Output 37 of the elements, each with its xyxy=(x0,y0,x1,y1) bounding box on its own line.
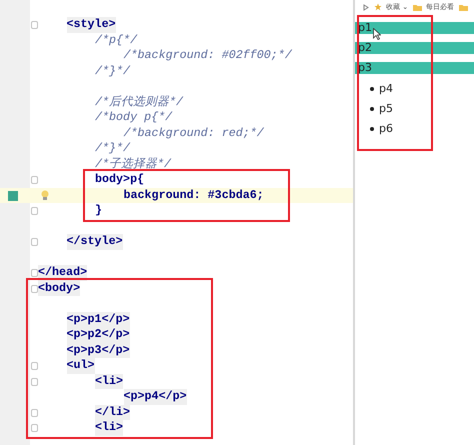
bookmark-icon[interactable] xyxy=(8,190,18,201)
code-comment: /*}*/ xyxy=(95,64,130,80)
bullet-icon xyxy=(370,107,374,111)
folder-icon xyxy=(459,4,468,10)
fold-marker-icon[interactable] xyxy=(31,207,38,216)
mouse-cursor-icon xyxy=(373,28,381,40)
fold-marker-icon[interactable] xyxy=(31,269,38,278)
code-comment: /*background: #02ff00;*/ xyxy=(124,48,292,64)
bullet-icon xyxy=(370,87,374,91)
play-icon[interactable] xyxy=(363,4,369,10)
folder-icon xyxy=(413,4,422,10)
code-line: body>p{ xyxy=(95,172,144,188)
list-item-text: p4 xyxy=(379,80,393,97)
code-comment: /*body p{*/ xyxy=(95,110,172,126)
fold-marker-icon[interactable] xyxy=(31,408,38,417)
fold-marker-icon[interactable] xyxy=(31,378,38,386)
list-item-text: p5 xyxy=(379,100,393,117)
list-item-text: p6 xyxy=(379,120,393,137)
code-line: background: #3cbda6; xyxy=(124,188,264,204)
paragraph-bar: p1 xyxy=(355,22,474,34)
paragraph-bar: p3 xyxy=(355,62,474,74)
code-comment: /*p{*/ xyxy=(95,32,138,48)
fold-marker-icon[interactable] xyxy=(31,284,38,293)
paragraph-bar: p2 xyxy=(355,42,474,54)
lightbulb-icon[interactable] xyxy=(41,190,49,201)
fold-marker-icon[interactable] xyxy=(31,362,38,370)
code-comment: /*后代选则器*/ xyxy=(95,94,184,110)
bullet-icon xyxy=(370,127,374,131)
code-comment: /*}*/ xyxy=(95,141,130,157)
code-comment: /*子选择器*/ xyxy=(95,156,172,172)
fold-marker-icon[interactable] xyxy=(31,21,38,29)
code-comment: /*background: red;*/ xyxy=(124,126,264,142)
fold-marker-icon[interactable] xyxy=(31,176,38,184)
code-line: } xyxy=(95,203,102,219)
fold-marker-icon[interactable] xyxy=(31,238,38,246)
star-icon xyxy=(374,3,382,11)
fold-marker-icon[interactable] xyxy=(31,424,38,432)
